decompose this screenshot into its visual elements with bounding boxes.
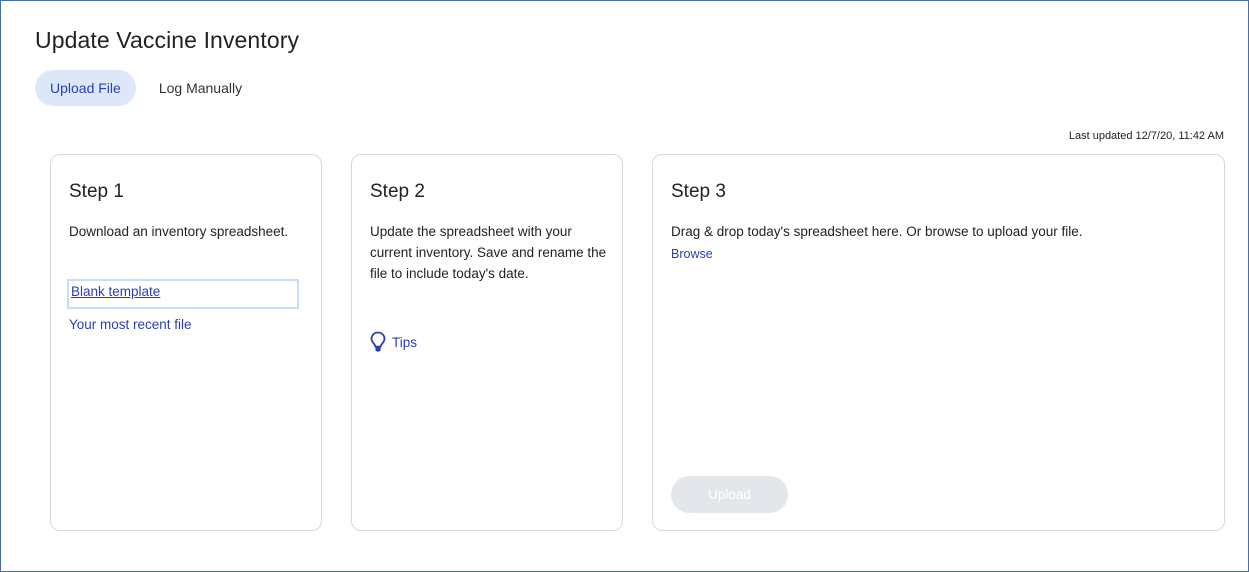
tab-log-manually[interactable]: Log Manually [144,70,257,106]
page-title: Update Vaccine Inventory [35,27,300,53]
app-window: Update Vaccine Inventory Upload File Log… [0,0,1249,572]
step-1-card: Step 1 Download an inventory spreadsheet… [50,154,322,531]
step-2-description: Update the spreadsheet with your current… [370,224,607,281]
step-3-description: Drag & drop today's spreadsheet here. Or… [671,224,1083,239]
step-3-card[interactable]: Step 3 Drag & drop today's spreadsheet h… [652,154,1225,531]
last-updated-timestamp: Last updated 12/7/20, 11:42 AM [1068,130,1224,142]
tab-bar: Upload File Log Manually [35,70,257,106]
browse-link[interactable]: Browse [671,247,713,261]
step-2-card: Step 2 Update the spreadsheet with your … [351,154,623,531]
step-1-description: Download an inventory spreadsheet. [69,224,289,239]
lightbulb-icon [370,331,386,353]
step-1-title: Step 1 [69,181,124,202]
tab-upload-file[interactable]: Upload File [35,70,136,106]
upload-button[interactable]: Upload [671,476,788,513]
blank-template-link[interactable]: Blank template [67,279,299,309]
step-3-title: Step 3 [671,181,726,202]
tips-label: Tips [392,334,418,350]
step-2-title: Step 2 [370,181,425,202]
most-recent-file-link[interactable]: Your most recent file [69,317,192,332]
tips-link[interactable]: Tips [370,331,417,353]
